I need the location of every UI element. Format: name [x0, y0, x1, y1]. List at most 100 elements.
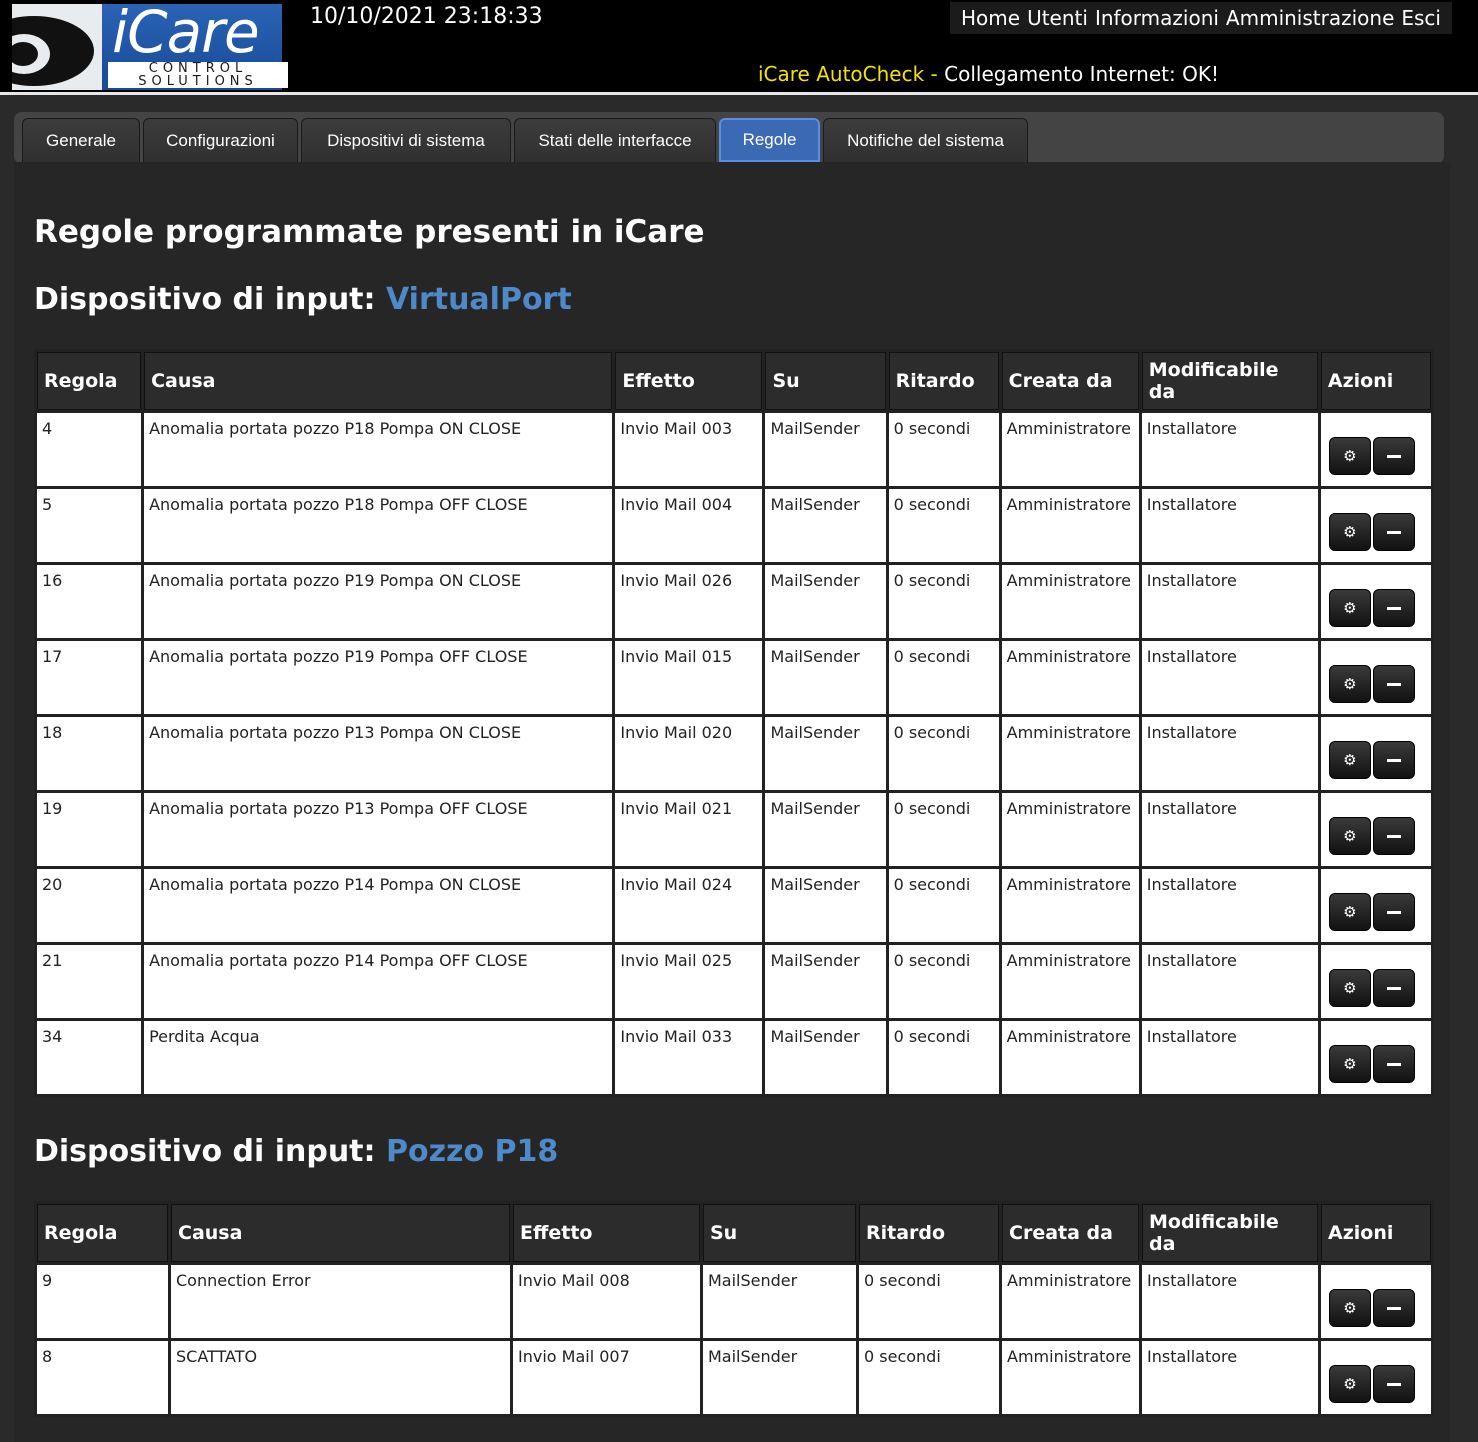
table-row: 16 Anomalia portata pozzo P19 Pompa ON CL… — [37, 565, 1431, 638]
delete-rule-button[interactable] — [1372, 968, 1415, 1007]
table-cell: 9 — [37, 1265, 168, 1338]
table-cell: Installatore — [1141, 565, 1318, 638]
device-name: Pozzo P18 — [385, 1134, 559, 1169]
logo-wordmark: iCare CONTROL SOLUTIONS — [102, 0, 288, 90]
rules-table-virtualport: Regola Causa Effetto Su Ritardo Creata da Modi… — [34, 349, 1434, 1097]
table-row: 21 Anomalia portata pozzo P14 Pompa OFF C… — [37, 945, 1431, 1018]
table-cell: Invio Mail 003 — [615, 413, 763, 486]
table-cell: MailSender — [765, 793, 886, 866]
table-cell: MailSender — [765, 565, 886, 638]
table-cell: Amministratore — [1001, 641, 1139, 714]
table-cell: Invio Mail 025 — [615, 945, 763, 1018]
delete-rule-button[interactable] — [1372, 436, 1415, 475]
table-row: 5 Anomalia portata pozzo P18 Pompa OFF CL… — [37, 489, 1431, 562]
datetime: 10/10/2021 23:18:33 — [310, 4, 543, 29]
tab-stati-delle-interfacce[interactable]: Stati delle interfacce — [514, 118, 716, 162]
edit-rule-button[interactable]: ⚙ — [1328, 664, 1371, 703]
column-header: Ritardo — [888, 352, 999, 410]
table-cell: Anomalia portata pozzo P19 Pompa OFF CLO… — [144, 641, 613, 714]
table-cell: Installatore — [1141, 489, 1318, 562]
table-cell: MailSender — [765, 945, 886, 1018]
table-cell: Installatore — [1142, 1265, 1318, 1338]
edit-rule-button[interactable]: ⚙ — [1328, 588, 1371, 627]
column-header: Creata da — [1002, 1204, 1139, 1262]
table-cell: Amministratore — [1001, 869, 1139, 942]
table-cell: Amministratore — [1001, 489, 1139, 562]
table-cell: 0 secondi — [888, 489, 999, 562]
edit-rule-button[interactable]: ⚙ — [1328, 1044, 1371, 1083]
rules-table-pozzo-p18: Regola Causa Effetto Su Ritardo Creata da Modi… — [34, 1201, 1434, 1417]
table-cell: MailSender — [765, 869, 886, 942]
gear-icon: ⚙ — [1343, 598, 1357, 617]
column-header: Regola — [37, 1204, 168, 1262]
edit-rule-button[interactable]: ⚙ — [1328, 892, 1371, 931]
column-header: Effetto — [513, 1204, 700, 1262]
gear-icon: ⚙ — [1343, 902, 1357, 921]
column-header: Creata da — [1001, 352, 1139, 410]
delete-rule-button[interactable] — [1372, 1044, 1415, 1083]
edit-rule-button[interactable]: ⚙ — [1329, 1364, 1371, 1403]
header-bar: iCare CONTROL SOLUTIONS 10/10/2021 23:18… — [0, 0, 1478, 95]
minus-icon — [1386, 910, 1401, 914]
edit-rule-button[interactable]: ⚙ — [1328, 436, 1371, 475]
nav-esci-link[interactable]: Esci — [1401, 6, 1441, 30]
tab-notifiche-del-sistema[interactable]: Notifiche del sistema — [823, 118, 1028, 162]
table-cell: Invio Mail 007 — [513, 1341, 700, 1414]
actions-cell: ⚙ — [1321, 1341, 1431, 1414]
table-cell: Anomalia portata pozzo P19 Pompa ON CLOS… — [144, 565, 613, 638]
minus-icon — [1386, 454, 1401, 458]
gear-icon: ⚙ — [1343, 826, 1357, 845]
edit-rule-button[interactable]: ⚙ — [1328, 512, 1371, 551]
delete-rule-button[interactable] — [1372, 892, 1415, 931]
delete-rule-button[interactable] — [1372, 588, 1415, 627]
tab-dispositivi-di-sistema[interactable]: Dispositivi di sistema — [301, 118, 511, 162]
table-cell: Invio Mail 020 — [615, 717, 763, 790]
table-cell: 8 — [37, 1341, 168, 1414]
edit-rule-button[interactable]: ⚙ — [1328, 816, 1371, 855]
table-cell: Amministratore — [1001, 717, 1139, 790]
table-cell: Installatore — [1141, 945, 1318, 1018]
column-header: Ritardo — [859, 1204, 999, 1262]
table-cell: MailSender — [703, 1341, 856, 1414]
delete-rule-button[interactable] — [1372, 512, 1415, 551]
tab-generale[interactable]: Generale — [22, 118, 140, 162]
header-row: Regola Causa Effetto Su Ritardo Creata da Modi… — [37, 352, 1431, 410]
minus-icon — [1387, 1306, 1401, 1310]
nav-home-link[interactable]: Home — [961, 6, 1020, 30]
table-cell: Installatore — [1141, 793, 1318, 866]
tab-regole[interactable]: Regole — [719, 118, 820, 162]
device-name: VirtualPort — [385, 282, 572, 317]
delete-rule-button[interactable] — [1372, 816, 1415, 855]
table-cell: Amministratore — [1001, 1021, 1139, 1094]
delete-rule-button[interactable] — [1372, 740, 1415, 779]
nav-utenti-link[interactable]: Utenti — [1027, 6, 1088, 30]
edit-rule-button[interactable]: ⚙ — [1329, 1288, 1371, 1327]
minus-icon — [1386, 986, 1401, 990]
autocheck-title: iCare AutoCheck - — [758, 62, 945, 86]
logo-title: iCare — [112, 0, 260, 66]
icare-logo: iCare CONTROL SOLUTIONS — [12, 0, 288, 90]
table-cell: Anomalia portata pozzo P18 Pompa OFF CLO… — [144, 489, 613, 562]
nav-informazioni-link[interactable]: Informazioni — [1095, 6, 1219, 30]
column-header: Azioni — [1321, 1204, 1431, 1262]
delete-rule-button[interactable] — [1373, 1364, 1415, 1403]
table-cell: MailSender — [765, 641, 886, 714]
table-cell: Invio Mail 026 — [615, 565, 763, 638]
actions-cell: ⚙ — [1320, 1021, 1431, 1094]
table-row: 9 Connection Error Invio Mail 008 MailSende… — [37, 1265, 1431, 1338]
tab-configurazioni[interactable]: Configurazioni — [143, 118, 298, 162]
table-cell: 0 secondi — [888, 793, 999, 866]
table-cell: Invio Mail 024 — [615, 869, 763, 942]
actions-cell: ⚙ — [1320, 793, 1431, 866]
table-cell: MailSender — [703, 1265, 856, 1338]
edit-rule-button[interactable]: ⚙ — [1328, 968, 1371, 1007]
edit-rule-button[interactable]: ⚙ — [1328, 740, 1371, 779]
minus-icon — [1386, 530, 1401, 534]
table-cell: 0 secondi — [888, 565, 999, 638]
delete-rule-button[interactable] — [1373, 1288, 1415, 1327]
table-cell: 0 secondi — [888, 717, 999, 790]
nav-amministrazione-link[interactable]: Amministrazione — [1226, 6, 1394, 30]
table-cell: MailSender — [765, 1021, 886, 1094]
delete-rule-button[interactable] — [1372, 664, 1415, 703]
table-cell: Connection Error — [171, 1265, 510, 1338]
